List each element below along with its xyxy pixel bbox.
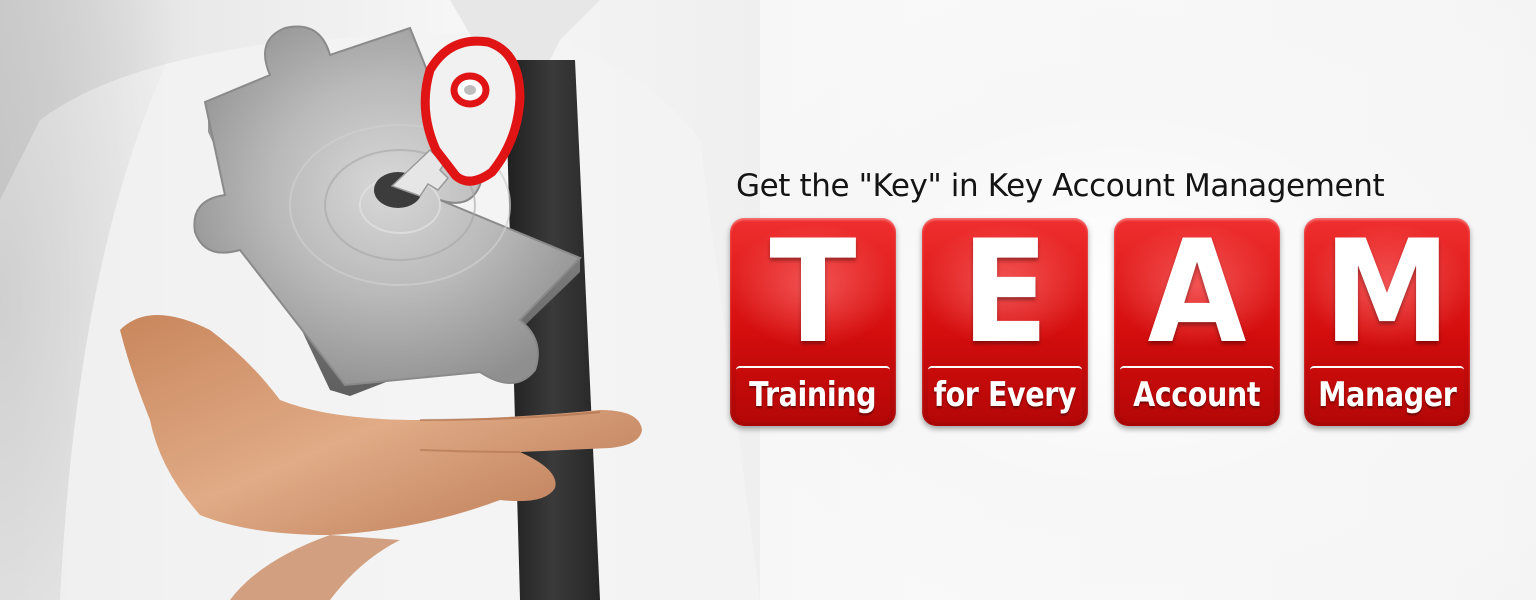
tile-word: Account (1133, 375, 1261, 415)
tile-word: for Every (933, 375, 1077, 415)
tile-word-bar: Account (1120, 366, 1274, 422)
tile-word: Manager (1317, 375, 1457, 415)
tile-letter: E (961, 218, 1049, 375)
tile-t: T Training (730, 218, 896, 426)
tile-letter: M (1323, 218, 1451, 375)
tile-m: M Manager (1304, 218, 1470, 426)
hero-photo (0, 0, 760, 600)
tile-word-bar: Training (736, 366, 890, 422)
tile-word: Training (749, 375, 877, 415)
tile-letter: A (1147, 218, 1247, 375)
tile-letter: T (769, 218, 857, 375)
headline: Get the "Key" in Key Account Management (736, 168, 1385, 204)
tile-word-bar: for Every (928, 366, 1082, 422)
tile-e: E for Every (922, 218, 1088, 426)
banner: Get the "Key" in Key Account Management … (0, 0, 1536, 600)
tile-a: A Account (1114, 218, 1280, 426)
tile-word-bar: Manager (1310, 366, 1464, 422)
